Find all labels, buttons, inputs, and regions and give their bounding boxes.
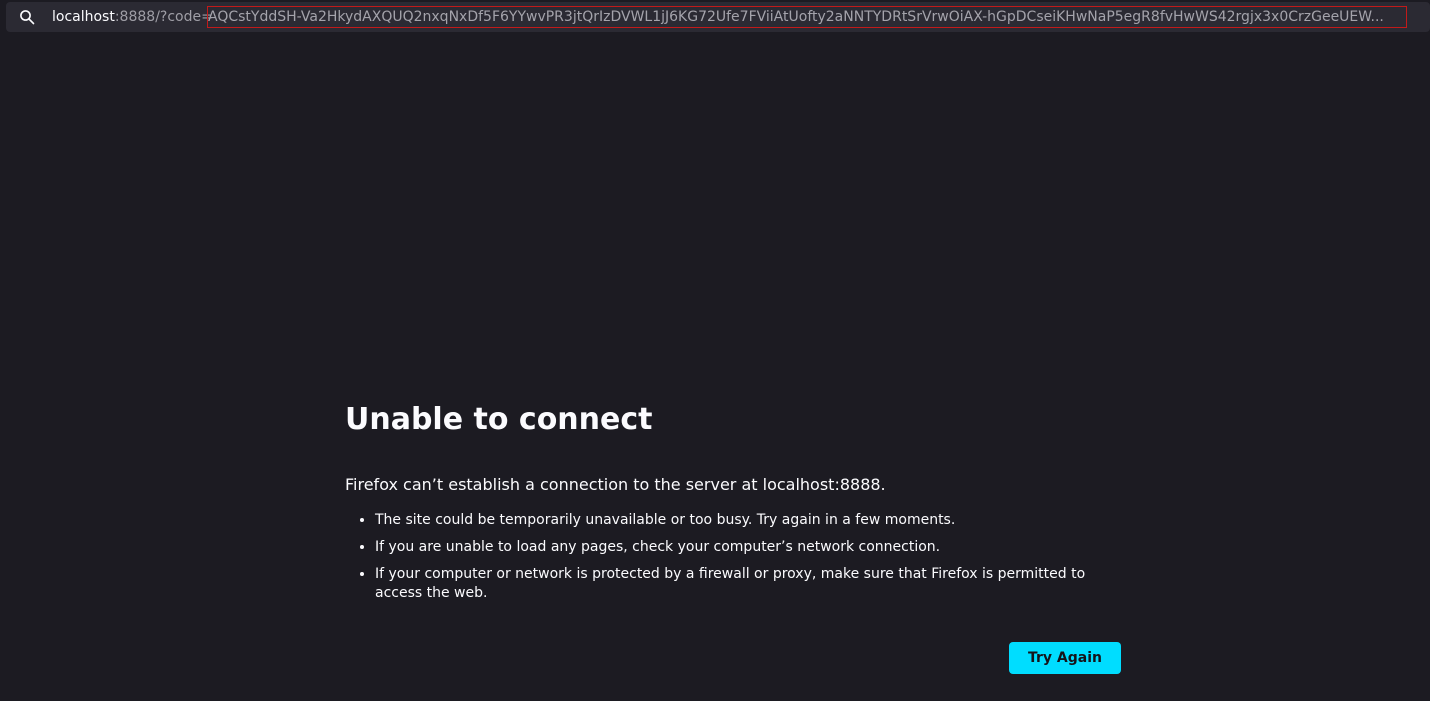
url-host: localhost	[52, 9, 115, 25]
url-text[interactable]: localhost:8888/?code=	[52, 2, 213, 32]
search-icon	[20, 10, 35, 25]
button-row: Try Again	[1009, 642, 1121, 674]
page-title: Unable to connect	[345, 402, 653, 437]
list-item: If you are unable to load any pages, che…	[375, 538, 1121, 557]
list-item: The site could be temporarily unavailabl…	[375, 511, 1121, 530]
error-page: Unable to connect Firefox can’t establis…	[345, 396, 1121, 611]
error-reasons-list: The site could be temporarily unavailabl…	[345, 511, 1121, 603]
list-item: If your computer or network is protected…	[375, 565, 1121, 603]
url-bar[interactable]: localhost:8888/?code= AQCstYddSH-Va2Hkyd…	[6, 2, 1430, 32]
url-path: :8888/?code=	[114, 9, 213, 25]
url-code-highlight[interactable]: AQCstYddSH-Va2HkydAXQUQ2nxqNxDf5F6YYwvPR…	[207, 6, 1407, 28]
try-again-button[interactable]: Try Again	[1009, 642, 1121, 674]
error-intro: Firefox can’t establish a connection to …	[345, 475, 886, 494]
toolbar: localhost:8888/?code= AQCstYddSH-Va2Hkyd…	[0, 0, 1430, 36]
